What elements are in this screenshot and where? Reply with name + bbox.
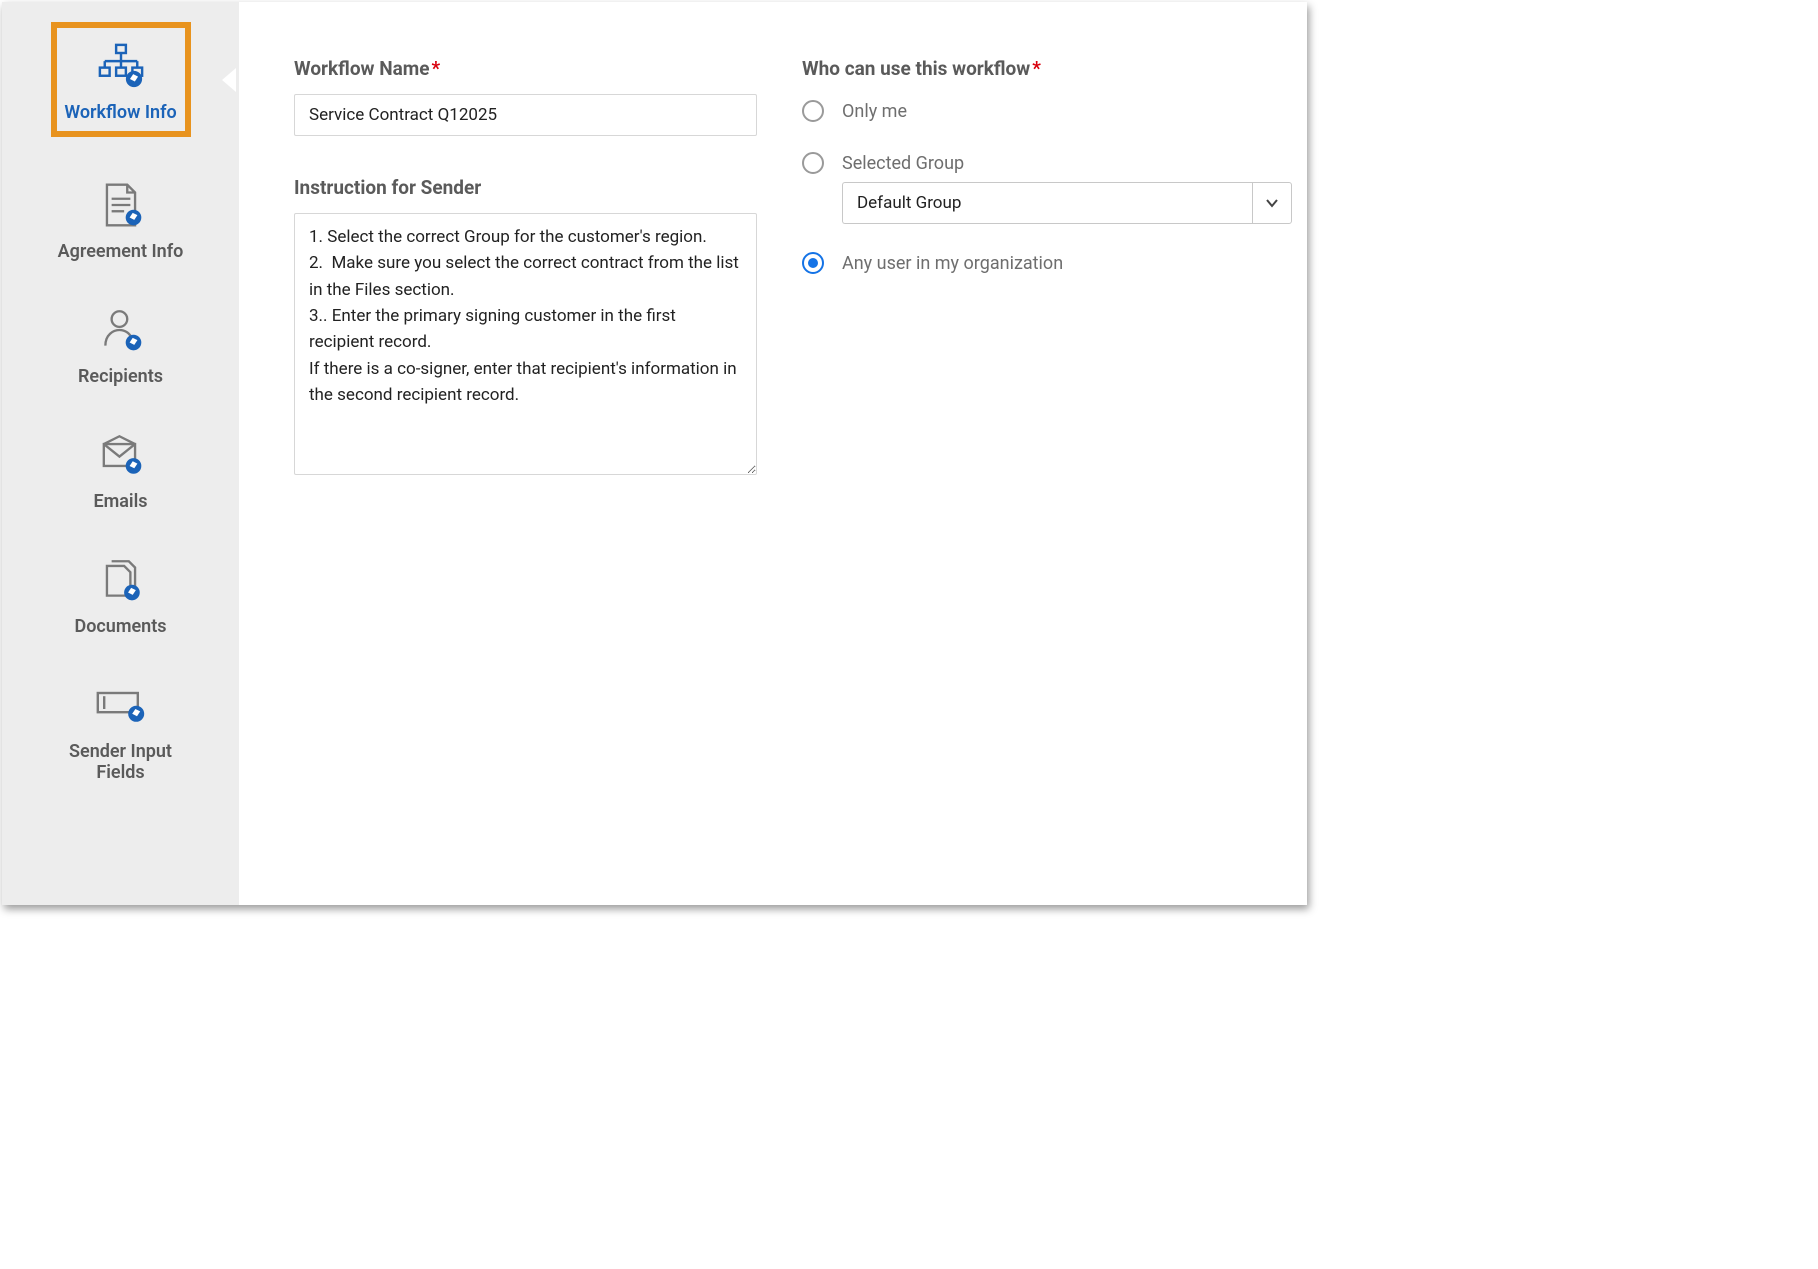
chevron-down-icon bbox=[1264, 195, 1280, 211]
instruction-label-text: Instruction for Sender bbox=[294, 176, 481, 199]
main-panel: Workflow Name* Instruction for Sender Wh… bbox=[239, 2, 1307, 905]
sender-input-fields-icon bbox=[93, 677, 149, 733]
sidebar: Workflow Info Agreement Info bbox=[2, 2, 239, 905]
workflow-name-input[interactable] bbox=[294, 94, 757, 136]
workflow-editor: Workflow Info Agreement Info bbox=[2, 2, 1307, 905]
sidebar-item-label: Emails bbox=[93, 491, 147, 512]
workflow-name-label: Workflow Name* bbox=[294, 57, 757, 80]
sidebar-item-agreement-info[interactable]: Agreement Info bbox=[51, 177, 191, 262]
radio-selected-group[interactable]: Selected Group bbox=[802, 152, 1292, 174]
required-asterisk: * bbox=[1032, 57, 1041, 80]
sidebar-item-workflow-info[interactable]: Workflow Info bbox=[51, 22, 191, 137]
group-select-dropdown-button[interactable] bbox=[1252, 182, 1292, 224]
right-column: Who can use this workflow* Only me Selec… bbox=[802, 57, 1292, 875]
left-column: Workflow Name* Instruction for Sender bbox=[294, 57, 757, 875]
workflow-info-icon bbox=[93, 38, 149, 94]
radio-icon bbox=[802, 152, 824, 174]
radio-label: Any user in my organization bbox=[842, 253, 1063, 274]
workflow-name-label-text: Workflow Name bbox=[294, 57, 430, 80]
radio-only-me[interactable]: Only me bbox=[802, 100, 1292, 122]
sidebar-item-label: Agreement Info bbox=[58, 241, 184, 262]
radio-label: Only me bbox=[842, 101, 907, 122]
recipients-icon bbox=[93, 302, 149, 358]
sidebar-item-label: Sender Input Fields bbox=[51, 741, 191, 783]
sidebar-item-sender-input-fields[interactable]: Sender Input Fields bbox=[51, 677, 191, 783]
sidebar-item-documents[interactable]: Documents bbox=[51, 552, 191, 637]
sidebar-item-label: Workflow Info bbox=[64, 102, 176, 123]
documents-icon bbox=[93, 552, 149, 608]
group-select[interactable]: Default Group bbox=[842, 182, 1292, 224]
who-can-use-label: Who can use this workflow* bbox=[802, 57, 1292, 80]
radio-icon bbox=[802, 252, 824, 274]
sidebar-item-label: Documents bbox=[74, 616, 166, 637]
who-can-use-label-text: Who can use this workflow bbox=[802, 57, 1030, 80]
radio-icon bbox=[802, 100, 824, 122]
required-asterisk: * bbox=[432, 57, 441, 80]
instruction-textarea[interactable] bbox=[294, 213, 757, 475]
sidebar-item-recipients[interactable]: Recipients bbox=[51, 302, 191, 387]
sidebar-item-label: Recipients bbox=[78, 366, 163, 387]
radio-any-user[interactable]: Any user in my organization bbox=[802, 252, 1292, 274]
emails-icon bbox=[93, 427, 149, 483]
agreement-info-icon bbox=[93, 177, 149, 233]
radio-label: Selected Group bbox=[842, 153, 964, 174]
instruction-label: Instruction for Sender bbox=[294, 176, 757, 199]
group-select-value: Default Group bbox=[842, 182, 1252, 224]
sidebar-item-emails[interactable]: Emails bbox=[51, 427, 191, 512]
